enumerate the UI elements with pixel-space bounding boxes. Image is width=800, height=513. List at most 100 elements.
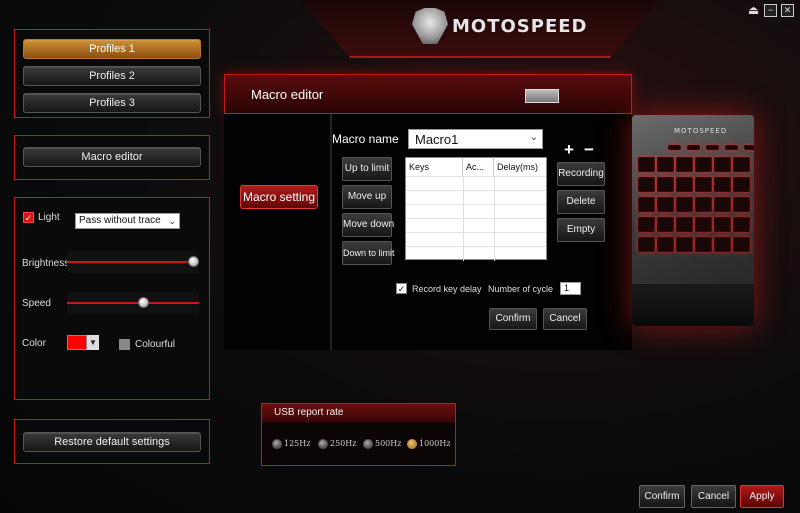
keyboard-key: [657, 177, 674, 192]
keyboard-key: [676, 157, 693, 172]
colourful-checkbox[interactable]: [119, 339, 130, 350]
delete-button[interactable]: Delete: [557, 190, 605, 214]
usb-125-radio[interactable]: [272, 439, 282, 449]
keyboard-key: [714, 217, 731, 232]
keyboard-key: [676, 177, 693, 192]
color-swatch[interactable]: [67, 335, 87, 350]
keyboard-key: [695, 197, 712, 212]
speed-slider-handle[interactable]: [138, 297, 149, 308]
logo-emblem-icon: [412, 8, 448, 44]
table-row[interactable]: [406, 232, 546, 246]
logo: MOTOSPEED: [412, 6, 587, 46]
table-row[interactable]: [406, 176, 546, 190]
keyboard-key: [676, 237, 693, 252]
colourful-toggle[interactable]: Colourful: [119, 339, 175, 350]
macro-editor-title: Macro editor: [251, 87, 324, 102]
keyboard-key: [695, 217, 712, 232]
cycle-label: Number of cycle: [488, 284, 554, 294]
keyboard-key: [638, 197, 655, 212]
table-row[interactable]: [406, 218, 546, 232]
apply-button[interactable]: Apply: [740, 485, 784, 508]
light-toggle[interactable]: ✓ Light: [23, 212, 60, 223]
record-delay-checkbox[interactable]: ✓: [396, 283, 407, 294]
speed-label: Speed: [22, 298, 51, 309]
usb-250-radio[interactable]: [318, 439, 328, 449]
usb-250-label: 250Hz: [330, 439, 357, 448]
usb-500-radio[interactable]: [363, 439, 373, 449]
macro-editor-panel: Macro editor: [14, 135, 210, 180]
remove-macro-icon[interactable]: −: [584, 140, 594, 160]
profile-2-button[interactable]: Profiles 2: [23, 66, 201, 86]
empty-button[interactable]: Empty: [557, 218, 605, 242]
restore-panel: Restore default settings: [14, 419, 210, 464]
usb-report-panel: USB report rate 125Hz 250Hz 500Hz 1000Hz: [261, 403, 456, 466]
colourful-label: Colourful: [135, 339, 176, 350]
keyboard-key: [733, 177, 750, 192]
keyboard-key: [714, 177, 731, 192]
minimize-button[interactable]: −: [764, 4, 777, 17]
macro-setting-tab[interactable]: Macro setting: [240, 185, 318, 209]
chevron-down-icon[interactable]: ▼: [87, 335, 99, 350]
divider: [330, 114, 332, 350]
keyboard-key: [657, 217, 674, 232]
macro-name-select[interactable]: Macro1 ⌄: [408, 129, 543, 149]
macro-editor-header: Macro editor: [224, 74, 632, 114]
keyboard-key: [706, 145, 719, 150]
restore-default-button[interactable]: Restore default settings: [23, 432, 201, 452]
macro-editor-button[interactable]: Macro editor: [23, 147, 201, 167]
up-to-limit-button[interactable]: Up to limit: [342, 157, 392, 181]
keyboard-key: [695, 237, 712, 252]
keyboard-key: [676, 197, 693, 212]
recording-button[interactable]: Recording: [557, 162, 605, 186]
light-mode-select[interactable]: Pass without trace ⌄: [75, 213, 180, 229]
keyboard-key: [638, 157, 655, 172]
usb-500-label: 500Hz: [375, 439, 402, 448]
usb-1000-radio[interactable]: [407, 439, 417, 449]
eject-icon[interactable]: ⏏: [747, 4, 760, 17]
table-row[interactable]: [406, 190, 546, 204]
brightness-slider-handle[interactable]: [188, 256, 199, 267]
collapse-handle[interactable]: [525, 89, 559, 103]
confirm-button[interactable]: Confirm: [639, 485, 685, 508]
keyboard-key: [676, 217, 693, 232]
cancel-button[interactable]: Cancel: [691, 485, 736, 508]
keyboard-key: [733, 217, 750, 232]
macro-name-label: Macro name: [332, 132, 399, 146]
move-up-button[interactable]: Move up: [342, 185, 392, 209]
table-header-delay: Delay(ms): [497, 162, 539, 172]
move-down-button[interactable]: Move down: [342, 213, 394, 237]
keyboard-key: [687, 145, 700, 150]
speed-slider[interactable]: [67, 292, 199, 314]
usb-report-title: USB report rate: [262, 404, 455, 422]
profile-1-button[interactable]: Profiles 1: [23, 39, 201, 59]
usb-125-label: 125Hz: [284, 439, 311, 448]
table-row[interactable]: [406, 204, 546, 218]
brightness-slider[interactable]: [67, 251, 199, 273]
keyboard-key: [695, 177, 712, 192]
lighting-panel: ✓ Light Pass without trace ⌄ Brightness …: [14, 197, 210, 400]
keyboard-key: [695, 157, 712, 172]
profile-3-button[interactable]: Profiles 3: [23, 93, 201, 113]
color-picker[interactable]: ▼: [67, 335, 99, 350]
macro-cancel-button[interactable]: Cancel: [543, 308, 587, 330]
cycle-input[interactable]: 1: [560, 282, 581, 295]
table-header-keys: Keys: [406, 158, 463, 176]
table-header-action: Ac...: [463, 158, 494, 176]
keyboard-key: [638, 217, 655, 232]
add-macro-icon[interactable]: +: [564, 140, 574, 160]
macro-keys-table: Keys Ac... Delay(ms): [405, 157, 547, 261]
record-delay-label: Record key delay: [412, 283, 482, 294]
keyboard-key: [638, 237, 655, 252]
macro-confirm-button[interactable]: Confirm: [489, 308, 537, 330]
profiles-panel: Profiles 1 Profiles 2 Profiles 3: [14, 29, 210, 118]
close-button[interactable]: ✕: [781, 4, 794, 17]
down-to-limit-button[interactable]: Down to limit: [342, 241, 395, 265]
light-checkbox[interactable]: ✓: [23, 212, 34, 223]
keyboard-key: [744, 145, 754, 150]
keyboard-key: [657, 197, 674, 212]
record-delay-toggle[interactable]: ✓ Record key delay: [396, 283, 482, 294]
light-mode-value: Pass without trace: [79, 215, 161, 226]
table-row[interactable]: [406, 246, 546, 260]
color-label: Color: [22, 338, 46, 349]
keyboard-key: [714, 157, 731, 172]
